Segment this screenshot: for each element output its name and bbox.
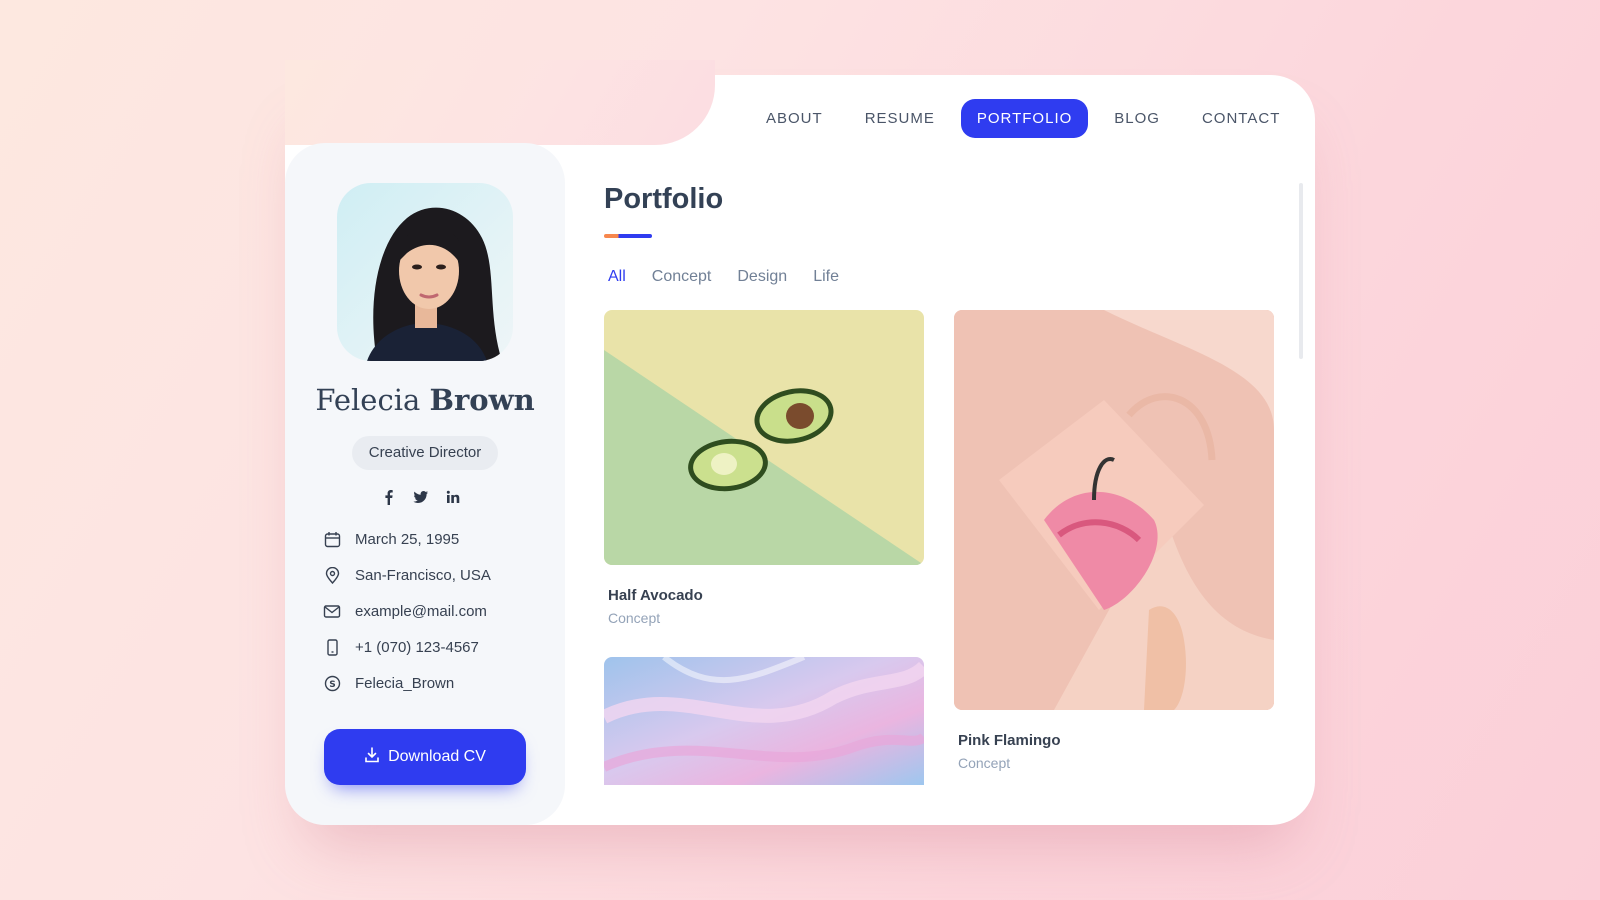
- info-phone[interactable]: +1 (070) 123-4567: [355, 639, 479, 656]
- nav-portfolio[interactable]: PORTFOLIO: [960, 99, 1089, 138]
- phone-icon: [323, 638, 341, 656]
- item-category: Concept: [608, 610, 661, 626]
- title-underline: [604, 234, 652, 238]
- fluid-art-image[interactable]: [604, 657, 924, 785]
- nav-blog[interactable]: BLOG: [1098, 99, 1176, 138]
- nav-resume[interactable]: RESUME: [849, 99, 951, 138]
- info-skype: Felecia_Brown: [355, 674, 455, 692]
- profile-first-name: Felecia: [315, 383, 421, 417]
- download-cv-button[interactable]: Download CV: [324, 729, 526, 785]
- portfolio-item[interactable]: Half Avocado Concept: [604, 310, 924, 626]
- profile-sidebar: Felecia Brown Creative Director March 25…: [285, 143, 565, 825]
- twitter-icon[interactable]: [413, 489, 429, 505]
- mail-icon: [323, 602, 341, 620]
- pink-flamingo-image[interactable]: [954, 310, 1274, 710]
- download-icon: [364, 746, 380, 768]
- info-row-phone: +1 (070) 123-4567: [323, 629, 491, 665]
- skype-icon: S: [323, 674, 341, 692]
- card-notch: [285, 60, 715, 145]
- item-title: Half Avocado: [608, 587, 703, 604]
- linkedin-icon[interactable]: [445, 489, 461, 505]
- portfolio-filters: All Concept Design Life: [608, 268, 839, 286]
- download-cv-label: Download CV: [388, 748, 486, 765]
- location-pin-icon: [323, 566, 341, 584]
- avatar-portrait-image: [367, 207, 502, 361]
- scrollbar[interactable]: [1299, 183, 1303, 359]
- filter-life[interactable]: Life: [813, 268, 839, 286]
- page-title: Portfolio: [604, 183, 724, 215]
- info-email[interactable]: example@mail.com: [355, 603, 487, 620]
- info-row-email: example@mail.com: [323, 593, 491, 629]
- svg-text:S: S: [329, 680, 335, 690]
- info-row-birthday: March 25, 1995: [323, 521, 491, 557]
- avatar: [337, 183, 513, 361]
- filter-all[interactable]: All: [608, 268, 626, 286]
- portfolio-item[interactable]: Pink Flamingo Concept: [954, 310, 1274, 771]
- portfolio-item[interactable]: [604, 657, 924, 785]
- social-links: [381, 489, 461, 505]
- info-row-skype: S Felecia_Brown: [323, 665, 491, 701]
- calendar-icon: [323, 530, 341, 548]
- filter-design[interactable]: Design: [737, 268, 787, 286]
- info-row-location: San-Francisco, USA: [323, 557, 491, 593]
- item-title: Pink Flamingo: [958, 732, 1061, 749]
- profile-name: Felecia Brown: [285, 383, 565, 417]
- profile-info-list: March 25, 1995 San-Francisco, USA exampl…: [323, 521, 491, 701]
- facebook-icon[interactable]: [381, 489, 397, 505]
- profile-last-name: Brown: [429, 383, 535, 417]
- half-avocado-image[interactable]: [604, 310, 924, 565]
- role-badge: Creative Director: [352, 436, 498, 470]
- nav-contact[interactable]: CONTACT: [1186, 99, 1296, 138]
- top-nav: ABOUT RESUME PORTFOLIO BLOG CONTACT: [750, 99, 1296, 138]
- nav-about[interactable]: ABOUT: [750, 99, 839, 138]
- info-location: San-Francisco, USA: [355, 566, 491, 584]
- info-birthday: March 25, 1995: [355, 530, 460, 548]
- item-category: Concept: [958, 755, 1011, 771]
- filter-concept[interactable]: Concept: [652, 268, 712, 286]
